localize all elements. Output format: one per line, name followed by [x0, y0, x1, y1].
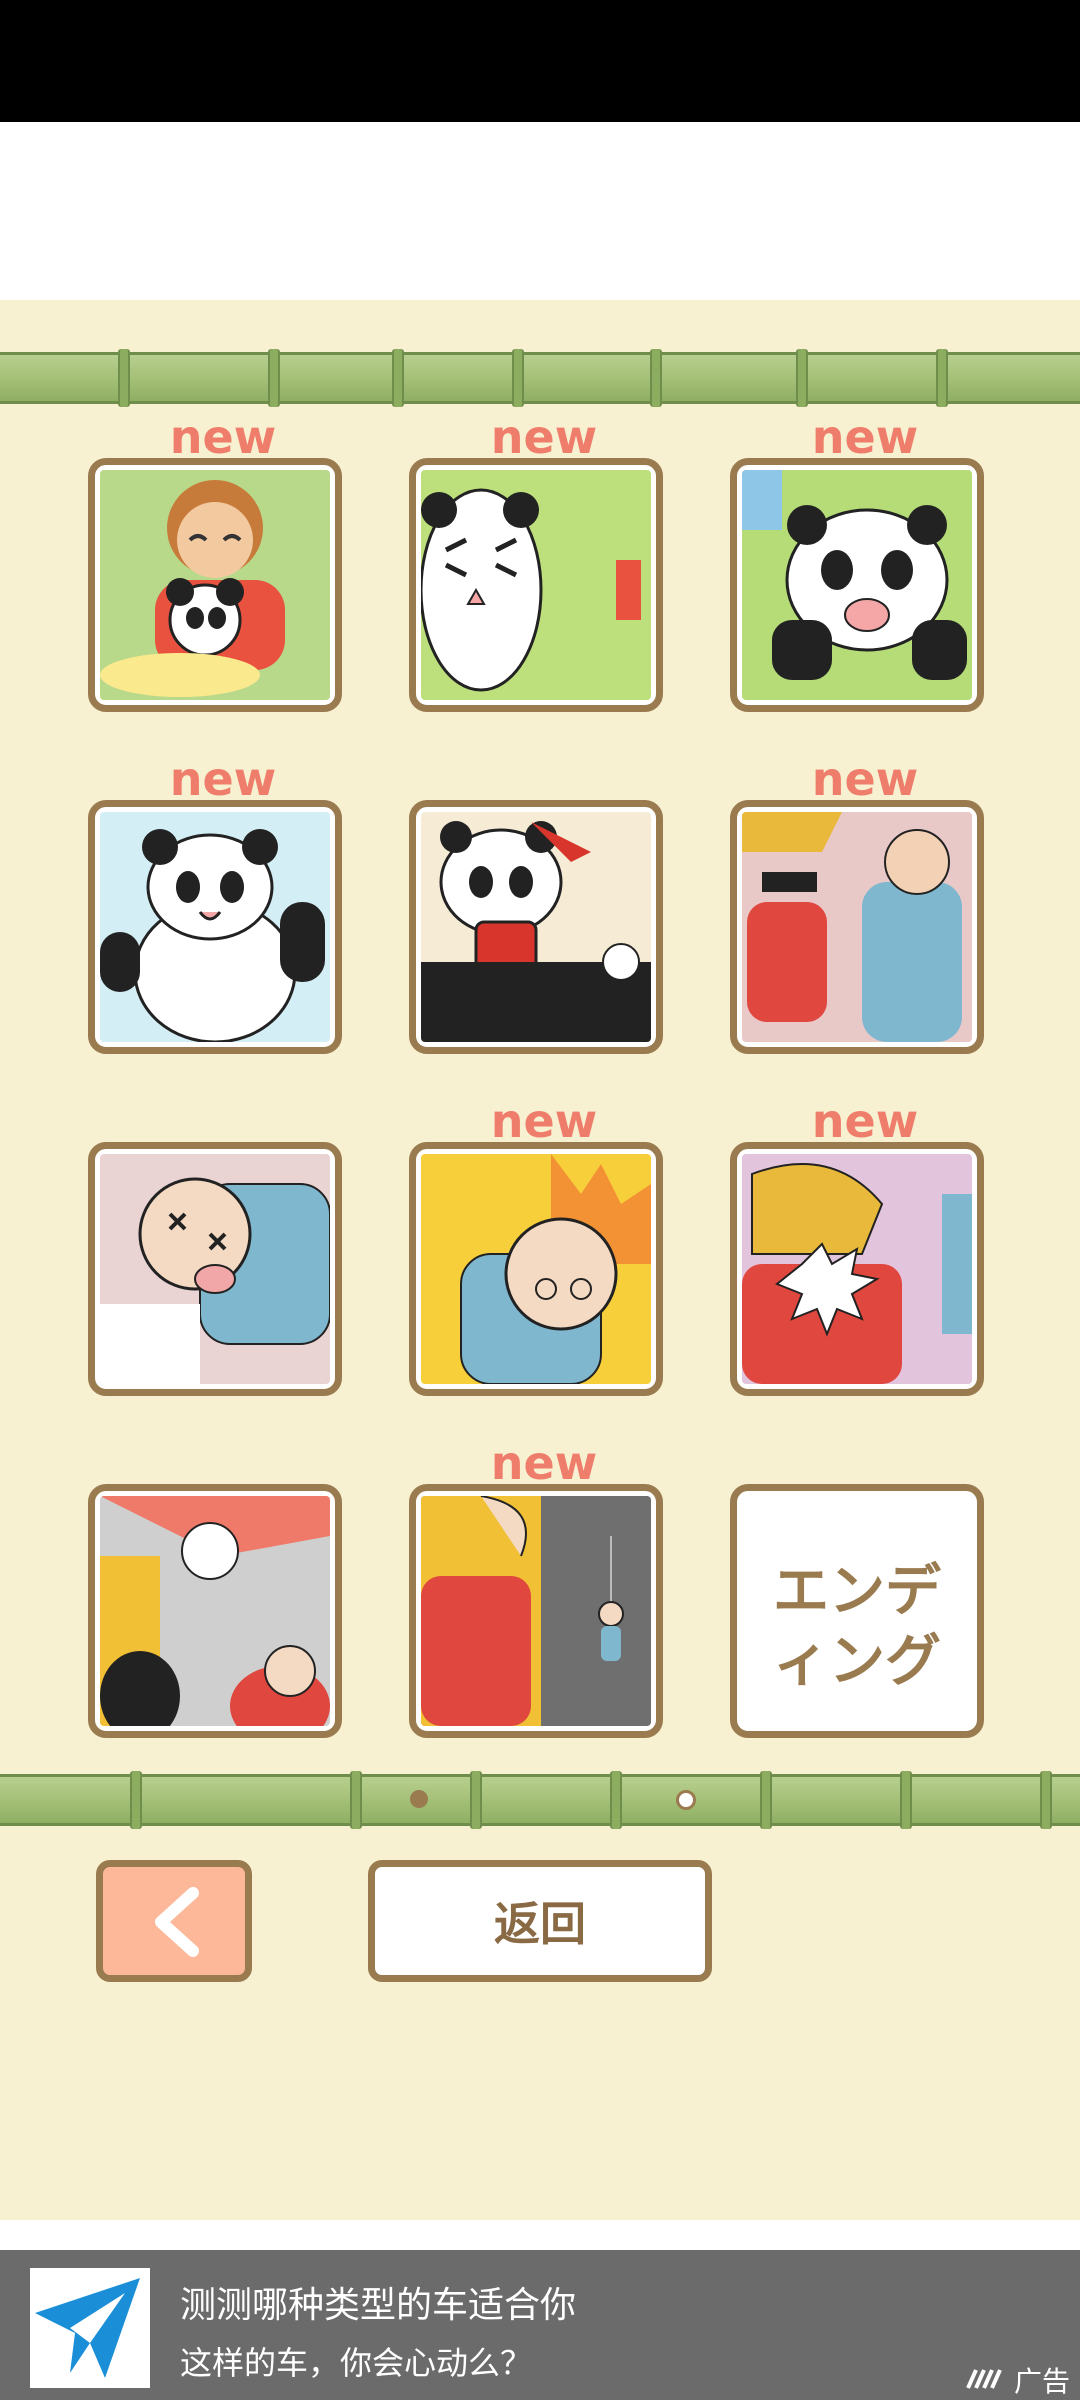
ad-banner[interactable]: 测测哪种类型的车适合你 这样的车，你会心动么？ 广告 — [0, 2250, 1080, 2400]
new-badge: new — [490, 1094, 598, 1148]
ad-subtitle: 这样的车，你会心动么？ — [180, 2344, 533, 2382]
status-bar — [0, 0, 1080, 122]
gallery-tile-panda-monkey[interactable] — [88, 458, 342, 712]
gallery-tile-ending[interactable]: エンデ ィング — [730, 1484, 984, 1738]
gallery-tile-bald-man-knocked-out[interactable] — [88, 1142, 342, 1396]
prev-page-button[interactable] — [96, 1860, 252, 1982]
page-dot-1[interactable] — [410, 1790, 428, 1808]
new-badge: new — [811, 1094, 919, 1148]
new-badge: new — [169, 752, 277, 806]
ad-logo-icon — [30, 2268, 150, 2388]
ad-brand-icon — [966, 2364, 1006, 2397]
ad-label: 广告 — [1013, 2365, 1070, 2398]
top-blank-area — [0, 122, 1080, 300]
page-indicator — [0, 1784, 1080, 1814]
gallery-tile-workers-standing[interactable] — [730, 800, 984, 1054]
bamboo-border-top — [0, 349, 1080, 407]
gallery-tile-panda-crying[interactable] — [730, 458, 984, 712]
gallery-tile-falling-scene[interactable] — [409, 1484, 663, 1738]
ending-label-line2: ィング — [773, 1629, 941, 1694]
new-badge: new — [811, 752, 919, 806]
new-badge: new — [490, 1436, 598, 1490]
ad-badge: 广告 — [966, 2360, 1070, 2400]
new-badge: new — [811, 410, 919, 464]
gallery-tile-blond-man-hit[interactable] — [730, 1142, 984, 1396]
ad-title: 测测哪种类型的车适合你 — [180, 2285, 577, 2326]
gallery-tile-panda-bomb[interactable] — [409, 800, 663, 1054]
gallery-tile-panda-dizzy[interactable] — [409, 458, 663, 712]
new-badge: new — [490, 410, 598, 464]
gallery-tile-bald-man-fire[interactable] — [409, 1142, 663, 1396]
gallery-tile-cat-alarm[interactable] — [88, 1484, 342, 1738]
gallery-tile-panda-happy[interactable] — [88, 800, 342, 1054]
page-dot-2-active[interactable] — [676, 1790, 696, 1810]
ending-label-line1: エンデ — [773, 1559, 941, 1624]
new-badge: new — [169, 410, 277, 464]
back-button[interactable]: 返回 — [368, 1860, 712, 1982]
chevron-left-icon — [149, 1887, 203, 1961]
